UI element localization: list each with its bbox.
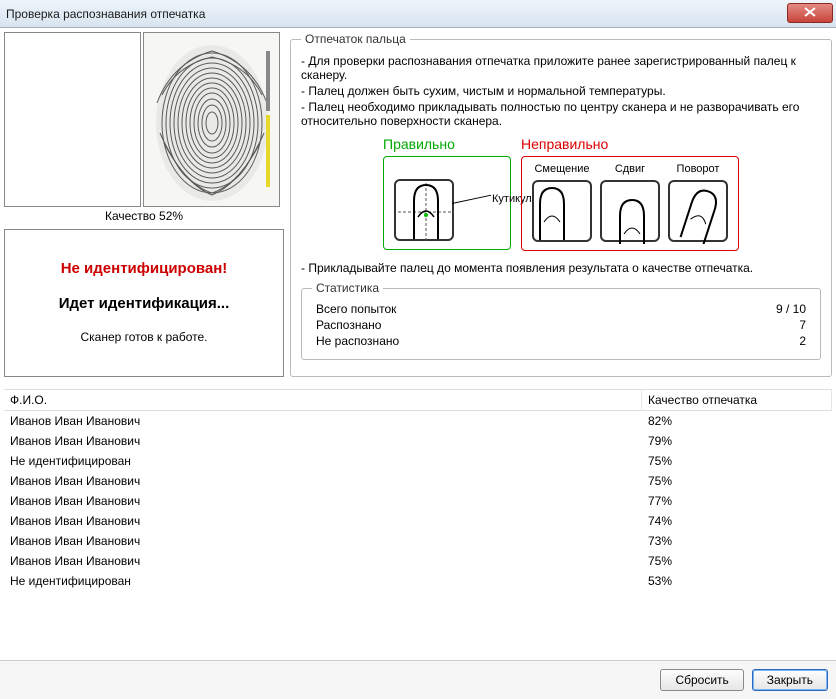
- diagram-correct: Кутикула: [383, 156, 511, 250]
- status-panel: Не идентифицирован! Идет идентификация..…: [4, 229, 284, 377]
- table-row[interactable]: Иванов Иван Иванович73%: [4, 531, 832, 551]
- table-row[interactable]: Иванов Иван Иванович82%: [4, 411, 832, 431]
- finger-shift-icon: [600, 180, 660, 242]
- stats-recognized-value: 7: [799, 318, 806, 332]
- status-identifying: Идет идентификация...: [11, 295, 277, 312]
- cell-quality: 73%: [642, 531, 832, 551]
- diagram-wrong-title: Неправильно: [521, 136, 739, 152]
- cell-name: Иванов Иван Иванович: [4, 411, 642, 431]
- stats-group: Статистика Всего попыток 9 / 10 Распозна…: [301, 281, 821, 360]
- finger-correct-icon: [394, 179, 454, 241]
- diagram-correct-title: Правильно: [383, 136, 511, 152]
- close-icon: [804, 6, 816, 20]
- window-close-button[interactable]: [787, 3, 833, 23]
- cuticle-pointer: [452, 195, 491, 204]
- reset-button[interactable]: Сбросить: [660, 669, 743, 691]
- table-row[interactable]: Не идентифицирован53%: [4, 571, 832, 591]
- window-title: Проверка распознавания отпечатка: [6, 7, 205, 21]
- cell-name: Иванов Иван Иванович: [4, 511, 642, 531]
- fingerprint-preview-scan: [143, 32, 280, 207]
- cell-name: Иванов Иван Иванович: [4, 531, 642, 551]
- instruction-line-3: - Палец необходимо прикладывать полность…: [301, 100, 821, 128]
- cell-quality: 53%: [642, 571, 832, 591]
- finger-rotate-icon: [668, 180, 728, 242]
- instruction-line-1: - Для проверки распознавания отпечатка п…: [301, 54, 821, 82]
- close-button[interactable]: Закрыть: [752, 669, 828, 691]
- wrong-label-1: Сдвиг: [615, 163, 645, 177]
- table-row[interactable]: Иванов Иван Иванович75%: [4, 471, 832, 491]
- cell-quality: 82%: [642, 411, 832, 431]
- cell-quality: 75%: [642, 551, 832, 571]
- stats-attempts-value: 9 / 10: [776, 302, 806, 316]
- fingerprint-preview-empty: [4, 32, 141, 207]
- stats-unrecognized-label: Не распознано: [316, 334, 399, 348]
- col-header-name[interactable]: Ф.И.О.: [4, 390, 642, 410]
- title-bar: Проверка распознавания отпечатка: [0, 0, 836, 28]
- cell-quality: 79%: [642, 431, 832, 451]
- table-row[interactable]: Иванов Иван Иванович74%: [4, 511, 832, 531]
- wrong-label-2: Поворот: [677, 163, 720, 177]
- table-row[interactable]: Иванов Иван Иванович75%: [4, 551, 832, 571]
- cell-quality: 75%: [642, 471, 832, 491]
- quality-label: Качество 52%: [4, 209, 284, 223]
- instruction-line-4: - Прикладывайте палец до момента появлен…: [301, 261, 821, 275]
- stats-legend: Статистика: [312, 281, 383, 295]
- cell-name: Иванов Иван Иванович: [4, 491, 642, 511]
- diagram-wrong: Смещение Сдвиг: [521, 156, 739, 251]
- wrong-label-0: Смещение: [534, 163, 589, 177]
- status-not-identified: Не идентифицирован!: [11, 260, 277, 277]
- stats-unrecognized-value: 2: [799, 334, 806, 348]
- instruction-line-2: - Палец должен быть сухим, чистым и норм…: [301, 84, 821, 98]
- col-header-quality[interactable]: Качество отпечатка: [642, 390, 832, 410]
- stats-recognized-label: Распознано: [316, 318, 381, 332]
- table-row[interactable]: Иванов Иван Иванович79%: [4, 431, 832, 451]
- cell-name: Иванов Иван Иванович: [4, 431, 642, 451]
- cell-quality: 74%: [642, 511, 832, 531]
- cell-quality: 77%: [642, 491, 832, 511]
- instructions-group: Отпечаток пальца - Для проверки распозна…: [290, 32, 832, 377]
- table-row[interactable]: Иванов Иван Иванович77%: [4, 491, 832, 511]
- results-table: Ф.И.О. Качество отпечатка Иванов Иван Ив…: [4, 389, 832, 660]
- cell-name: Иванов Иван Иванович: [4, 471, 642, 491]
- table-row[interactable]: Не идентифицирован75%: [4, 451, 832, 471]
- status-scanner-ready: Сканер готов к работе.: [11, 330, 277, 344]
- cell-name: Иванов Иван Иванович: [4, 551, 642, 571]
- finger-offset-icon: [532, 180, 592, 242]
- cell-name: Не идентифицирован: [4, 571, 642, 591]
- stats-attempts-label: Всего попыток: [316, 302, 396, 316]
- instructions-legend: Отпечаток пальца: [301, 32, 410, 46]
- cell-quality: 75%: [642, 451, 832, 471]
- cell-name: Не идентифицирован: [4, 451, 642, 471]
